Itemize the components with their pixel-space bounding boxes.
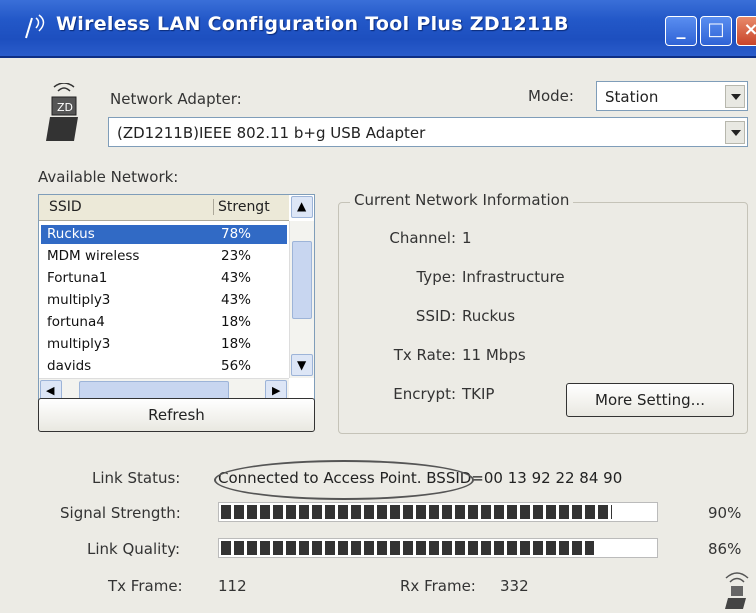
network-strength: 78% bbox=[221, 226, 252, 242]
chevron-up-icon: ▲ bbox=[297, 199, 307, 213]
chevron-down-icon: ▼ bbox=[297, 358, 307, 372]
chevron-down-icon[interactable] bbox=[725, 85, 745, 108]
title-bar[interactable]: Wireless LAN Configuration Tool Plus ZD1… bbox=[0, 0, 756, 58]
network-row[interactable]: davids 56% bbox=[41, 357, 287, 371]
network-row[interactable]: Fortuna1 43% bbox=[41, 269, 287, 288]
network-ssid: Ruckus bbox=[47, 226, 95, 242]
more-setting-button[interactable]: More Setting... bbox=[566, 383, 734, 417]
channel-label: Channel: bbox=[389, 229, 456, 247]
network-row[interactable]: fortuna4 18% bbox=[41, 313, 287, 332]
network-list[interactable]: SSID Strengt Ruckus 78% MDM wireless 23%… bbox=[38, 194, 315, 404]
network-row[interactable]: MDM wireless 23% bbox=[41, 247, 287, 266]
minimize-icon: _ bbox=[676, 19, 686, 40]
tx-rate-label: Tx Rate: bbox=[393, 346, 456, 364]
link-status-label: Link Status: bbox=[92, 469, 181, 487]
link-quality-percent: 86% bbox=[708, 540, 742, 558]
antenna-icon bbox=[25, 14, 45, 39]
encrypt-value: TKIP bbox=[462, 385, 495, 403]
scroll-up-button[interactable]: ▲ bbox=[291, 196, 313, 218]
adapter-value: (ZD1211B)IEEE 802.11 b+g USB Adapter bbox=[117, 124, 426, 142]
network-strength: 23% bbox=[221, 248, 252, 264]
mode-select[interactable]: Station bbox=[596, 81, 748, 111]
tx-frame-value: 112 bbox=[218, 577, 247, 595]
rx-frame-value: 332 bbox=[500, 577, 529, 595]
encrypt-label: Encrypt: bbox=[393, 385, 456, 403]
network-ssid: fortuna4 bbox=[47, 314, 105, 330]
network-adapter-label: Network Adapter: bbox=[110, 90, 242, 108]
link-quality-bar bbox=[218, 538, 658, 558]
svg-text:ZD: ZD bbox=[57, 101, 73, 114]
channel-value: 1 bbox=[462, 229, 472, 247]
window-title: Wireless LAN Configuration Tool Plus ZD1… bbox=[56, 13, 569, 35]
network-ssid: MDM wireless bbox=[47, 248, 140, 264]
maximize-button[interactable]: □ bbox=[700, 16, 732, 46]
ssid-label: SSID: bbox=[415, 307, 456, 325]
network-row[interactable]: multiply3 43% bbox=[41, 291, 287, 310]
tx-rate-value: 11 Mbps bbox=[462, 346, 526, 364]
column-header-strength[interactable]: Strengt bbox=[213, 199, 270, 215]
network-strength: 56% bbox=[221, 358, 252, 371]
signal-strength-fill bbox=[221, 505, 612, 519]
wireless-config-window: Wireless LAN Configuration Tool Plus ZD1… bbox=[0, 0, 756, 613]
usb-adapter-icon: ZD bbox=[46, 83, 78, 141]
network-ssid: Fortuna1 bbox=[47, 270, 108, 286]
network-strength: 18% bbox=[221, 336, 252, 352]
highlight-ellipse bbox=[214, 460, 474, 500]
maximize-icon: □ bbox=[707, 19, 725, 40]
network-ssid: davids bbox=[47, 358, 92, 371]
chevron-right-icon: ▶ bbox=[272, 384, 281, 397]
network-strength: 18% bbox=[221, 314, 252, 330]
chevron-down-icon[interactable] bbox=[725, 121, 745, 144]
mode-label: Mode: bbox=[528, 87, 574, 105]
mode-value: Station bbox=[605, 88, 659, 106]
current-network-title: Current Network Information bbox=[350, 191, 574, 209]
network-row[interactable]: Ruckus 78% bbox=[41, 225, 287, 244]
network-strength: 43% bbox=[221, 292, 252, 308]
list-header: SSID Strengt bbox=[39, 195, 289, 221]
signal-strength-percent: 90% bbox=[708, 504, 742, 522]
tx-frame-label: Tx Frame: bbox=[108, 577, 183, 595]
vertical-scrollbar[interactable]: ▲ ▼ bbox=[289, 196, 314, 378]
scroll-down-button[interactable]: ▼ bbox=[291, 354, 313, 376]
ssid-value: Ruckus bbox=[462, 307, 516, 325]
chevron-left-icon: ◀ bbox=[46, 384, 55, 397]
network-strength: 43% bbox=[221, 270, 252, 286]
column-header-ssid[interactable]: SSID bbox=[49, 199, 82, 215]
network-ssid: multiply3 bbox=[47, 336, 111, 352]
link-quality-label: Link Quality: bbox=[87, 540, 181, 558]
signal-strength-label: Signal Strength: bbox=[60, 504, 181, 522]
minimize-button[interactable]: _ bbox=[665, 16, 697, 46]
network-ssid: multiply3 bbox=[47, 292, 111, 308]
link-quality-fill bbox=[221, 541, 594, 555]
type-value: Infrastructure bbox=[462, 268, 565, 286]
type-label: Type: bbox=[416, 268, 456, 286]
refresh-button[interactable]: Refresh bbox=[38, 398, 315, 432]
rx-frame-label: Rx Frame: bbox=[400, 577, 476, 595]
close-button[interactable]: × bbox=[736, 16, 756, 46]
wireless-tray-icon bbox=[725, 572, 749, 609]
scroll-thumb[interactable] bbox=[292, 241, 312, 319]
network-row[interactable]: multiply3 18% bbox=[41, 335, 287, 354]
close-icon: × bbox=[743, 19, 756, 40]
signal-strength-bar bbox=[218, 502, 658, 522]
adapter-select[interactable]: (ZD1211B)IEEE 802.11 b+g USB Adapter bbox=[108, 117, 748, 147]
available-network-label: Available Network: bbox=[38, 168, 179, 186]
